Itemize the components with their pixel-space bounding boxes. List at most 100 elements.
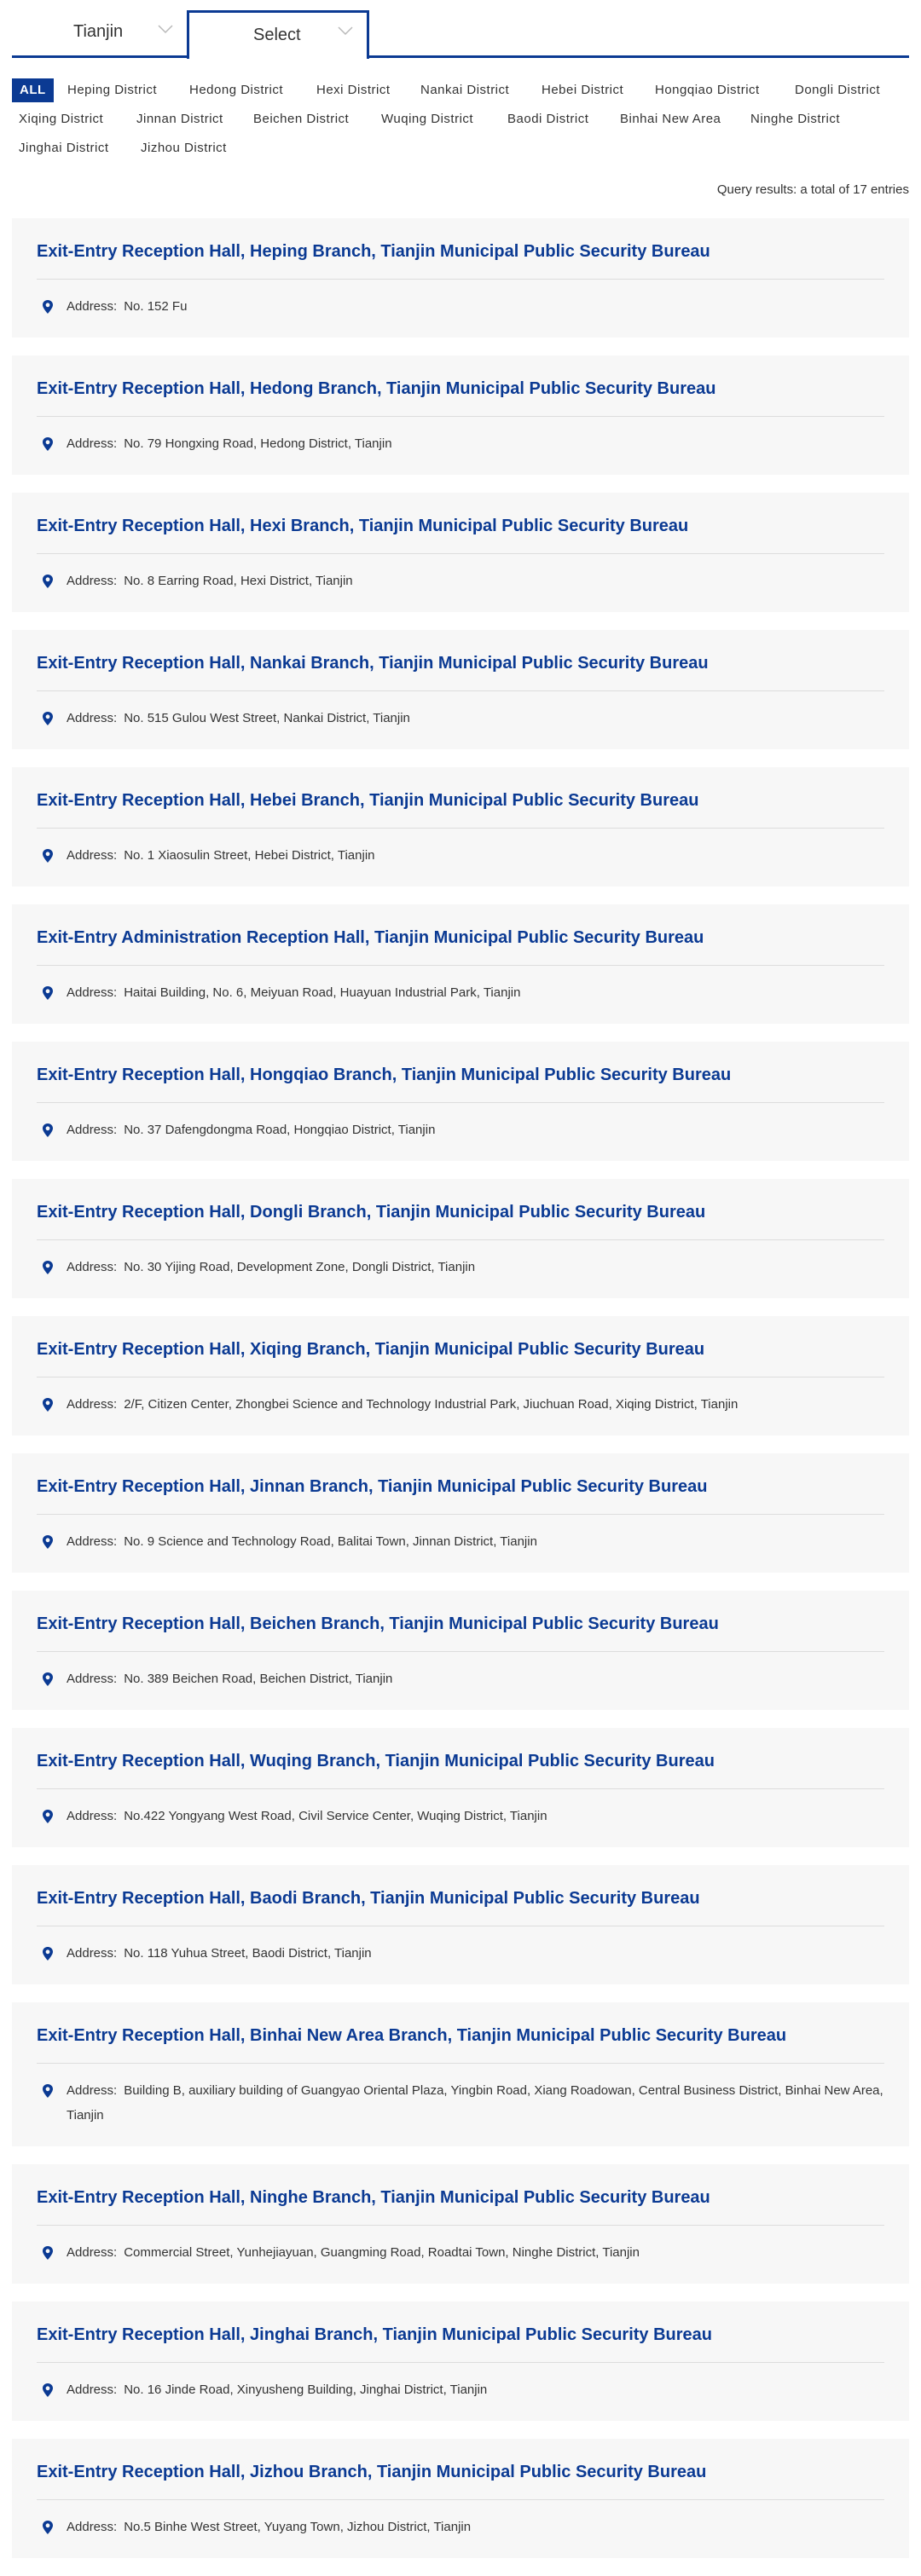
filter-all[interactable]: ALL bbox=[12, 78, 54, 102]
list-item: Exit-Entry Reception Hall, Nankai Branch… bbox=[12, 630, 909, 749]
filter-row: ALL Heping District Hedong District Hexi… bbox=[12, 78, 909, 107]
entry-address: Address: Haitai Building, No. 6, Meiyuan … bbox=[37, 966, 884, 1005]
filter-row: Jinghai District Jizhou District bbox=[12, 136, 909, 165]
address-value: No. 16 Jinde Road, Xinyusheng Building, … bbox=[124, 2383, 488, 2397]
filter-hedong[interactable]: Hedong District bbox=[189, 78, 283, 102]
filter-nankai[interactable]: Nankai District bbox=[420, 78, 509, 102]
entry-address: Address: Building B, auxiliary building o… bbox=[37, 2064, 884, 2128]
entry-title-link[interactable]: Exit-Entry Administration Reception Hall… bbox=[37, 925, 884, 966]
entry-title-link[interactable]: Exit-Entry Reception Hall, Jinnan Branch… bbox=[37, 1474, 884, 1515]
entry-title-link[interactable]: Exit-Entry Reception Hall, Jizhou Branch… bbox=[37, 2459, 884, 2500]
entry-address: Address: No. 389 Beichen Road, Beichen Di… bbox=[37, 1652, 884, 1691]
address-label: Address: bbox=[67, 574, 118, 588]
entry-address: Address: No. 118 Yuhua Street, Baodi Dist… bbox=[37, 1926, 884, 1966]
address-value: Haitai Building, No. 6, Meiyuan Road, Hu… bbox=[124, 985, 521, 1000]
entry-title-link[interactable]: Exit-Entry Reception Hall, Hedong Branch… bbox=[37, 376, 884, 417]
address-label: Address: bbox=[67, 2083, 118, 2098]
location-pin-icon bbox=[43, 849, 53, 863]
entry-title-link[interactable]: Exit-Entry Reception Hall, Nankai Branch… bbox=[37, 650, 884, 691]
filter-dongli[interactable]: Dongli District bbox=[795, 78, 880, 102]
list-item: Exit-Entry Reception Hall, Heping Branch… bbox=[12, 218, 909, 338]
address-value: No. 79 Hongxing Road, Hedong District, T… bbox=[124, 436, 392, 451]
address-value: No. 389 Beichen Road, Beichen District, … bbox=[124, 1672, 393, 1686]
address-value: No. 9 Science and Technology Road, Balit… bbox=[124, 1534, 537, 1549]
filter-jinnan[interactable]: Jinnan District bbox=[136, 107, 223, 131]
list-item: Exit-Entry Reception Hall, Hebei Branch,… bbox=[12, 767, 909, 887]
address-value: No. 8 Earring Road, Hexi District, Tianj… bbox=[124, 574, 353, 588]
entry-title-link[interactable]: Exit-Entry Reception Hall, Hongqiao Bran… bbox=[37, 1062, 884, 1103]
district-dropdown-label: Select bbox=[253, 26, 301, 44]
address-label: Address: bbox=[67, 848, 118, 863]
district-filter: ALL Heping District Hedong District Hexi… bbox=[12, 78, 909, 165]
address-label: Address: bbox=[67, 2383, 118, 2397]
filter-binhai[interactable]: Binhai New Area bbox=[620, 107, 721, 131]
address-label: Address: bbox=[67, 1123, 118, 1137]
entry-address: Address: No. 152 Fu bbox=[37, 280, 884, 319]
filter-hebei[interactable]: Hebei District bbox=[542, 78, 623, 102]
address-label: Address: bbox=[67, 1946, 118, 1961]
entry-address: Address: No.422 Yongyang West Road, Civil… bbox=[37, 1789, 884, 1828]
location-pin-icon bbox=[43, 300, 53, 314]
location-pin-icon bbox=[43, 437, 53, 451]
district-dropdown[interactable]: Select bbox=[187, 10, 369, 59]
chevron-down-icon bbox=[158, 24, 173, 34]
location-pin-icon bbox=[43, 1123, 53, 1137]
filter-xiqing[interactable]: Xiqing District bbox=[19, 107, 103, 131]
entry-address: Address: No. 79 Hongxing Road, Hedong Dis… bbox=[37, 417, 884, 456]
entry-address: Address: Commercial Street, Yunhejiayuan,… bbox=[37, 2226, 884, 2265]
address-label: Address: bbox=[67, 2520, 118, 2534]
filter-jinghai[interactable]: Jinghai District bbox=[19, 136, 109, 160]
location-pin-icon bbox=[43, 1261, 53, 1274]
location-pin-icon bbox=[43, 575, 53, 588]
entry-title-link[interactable]: Exit-Entry Reception Hall, Jinghai Branc… bbox=[37, 2322, 884, 2363]
address-label: Address: bbox=[67, 299, 118, 314]
entry-title-link[interactable]: Exit-Entry Reception Hall, Baodi Branch,… bbox=[37, 1886, 884, 1926]
location-pin-icon bbox=[43, 2521, 53, 2534]
location-pin-icon bbox=[43, 2246, 53, 2260]
list-item: Exit-Entry Reception Hall, Binhai New Ar… bbox=[12, 2002, 909, 2146]
list-item: Exit-Entry Reception Hall, Xiqing Branch… bbox=[12, 1316, 909, 1435]
entry-address: Address: No. 1 Xiaosulin Street, Hebei Di… bbox=[37, 829, 884, 868]
list-item: Exit-Entry Reception Hall, Jizhou Branch… bbox=[12, 2439, 909, 2558]
address-label: Address: bbox=[67, 1809, 118, 1823]
address-value: No.5 Binhe West Street, Yuyang Town, Jiz… bbox=[124, 2520, 472, 2534]
entry-title-link[interactable]: Exit-Entry Reception Hall, Xiqing Branch… bbox=[37, 1337, 884, 1378]
list-item: Exit-Entry Reception Hall, Ninghe Branch… bbox=[12, 2164, 909, 2284]
address-label: Address: bbox=[67, 1260, 118, 1274]
address-value: No. 515 Gulou West Street, Nankai Distri… bbox=[124, 711, 410, 725]
filter-jizhou[interactable]: Jizhou District bbox=[141, 136, 227, 160]
entry-title-link[interactable]: Exit-Entry Reception Hall, Ninghe Branch… bbox=[37, 2185, 884, 2226]
address-value: 2/F, Citizen Center, Zhongbei Science an… bbox=[124, 1397, 739, 1412]
entry-title-link[interactable]: Exit-Entry Reception Hall, Heping Branch… bbox=[37, 239, 884, 280]
filter-ninghe[interactable]: Ninghe District bbox=[750, 107, 840, 131]
address-label: Address: bbox=[67, 2245, 118, 2260]
location-pin-icon bbox=[43, 1398, 53, 1412]
filter-beichen[interactable]: Beichen District bbox=[253, 107, 349, 131]
entry-title-link[interactable]: Exit-Entry Reception Hall, Dongli Branch… bbox=[37, 1199, 884, 1240]
list-item: Exit-Entry Reception Hall, Baodi Branch,… bbox=[12, 1865, 909, 1984]
filter-hongqiao[interactable]: Hongqiao District bbox=[655, 78, 760, 102]
filter-wuqing[interactable]: Wuqing District bbox=[381, 107, 473, 131]
filter-hexi[interactable]: Hexi District bbox=[316, 78, 391, 102]
entry-address: Address: No. 8 Earring Road, Hexi Distric… bbox=[37, 554, 884, 593]
entry-title-link[interactable]: Exit-Entry Reception Hall, Hebei Branch,… bbox=[37, 788, 884, 829]
location-pin-icon bbox=[43, 2383, 53, 2397]
entry-title-link[interactable]: Exit-Entry Reception Hall, Binhai New Ar… bbox=[37, 2023, 884, 2064]
address-value: No. 1 Xiaosulin Street, Hebei District, … bbox=[124, 848, 375, 863]
filter-heping[interactable]: Heping District bbox=[67, 78, 157, 102]
entry-title-link[interactable]: Exit-Entry Reception Hall, Beichen Branc… bbox=[37, 1611, 884, 1652]
entry-title-link[interactable]: Exit-Entry Reception Hall, Wuqing Branch… bbox=[37, 1748, 884, 1789]
entry-title-link[interactable]: Exit-Entry Reception Hall, Hexi Branch, … bbox=[37, 513, 884, 554]
address-label: Address: bbox=[67, 985, 118, 1000]
filter-baodi[interactable]: Baodi District bbox=[507, 107, 588, 131]
entry-address: Address: 2/F, Citizen Center, Zhongbei Sc… bbox=[37, 1378, 884, 1417]
city-dropdown[interactable]: Tianjin bbox=[12, 0, 187, 56]
location-pin-icon bbox=[43, 1672, 53, 1686]
address-value: No. 118 Yuhua Street, Baodi District, Ti… bbox=[124, 1946, 372, 1961]
list-item: Exit-Entry Reception Hall, Hedong Branch… bbox=[12, 355, 909, 475]
list-item: Exit-Entry Reception Hall, Hongqiao Bran… bbox=[12, 1042, 909, 1161]
results-list: Exit-Entry Reception Hall, Heping Branch… bbox=[12, 218, 909, 2576]
location-pin-icon bbox=[43, 986, 53, 1000]
entry-address: Address: No. 16 Jinde Road, Xinyusheng Bu… bbox=[37, 2363, 884, 2402]
location-pin-icon bbox=[43, 1947, 53, 1961]
